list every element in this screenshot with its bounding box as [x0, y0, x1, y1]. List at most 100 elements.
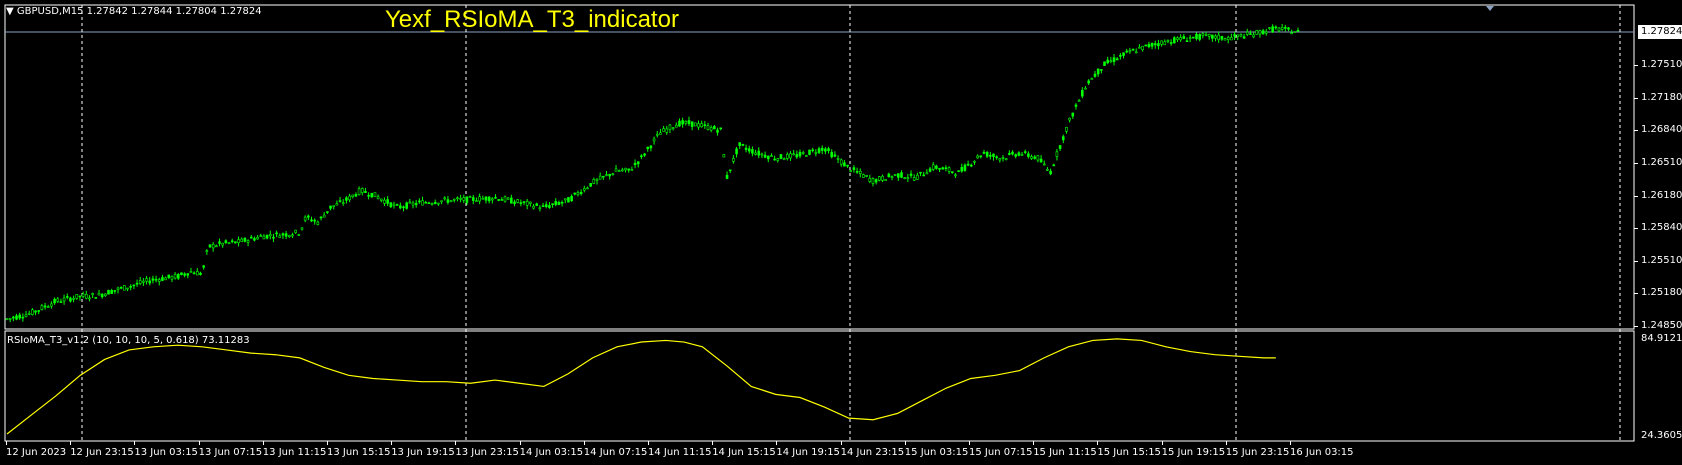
candle-body: [513, 201, 516, 205]
candle-body: [757, 150, 761, 156]
time-tick: [1290, 441, 1291, 445]
candle-body: [370, 192, 374, 198]
candle-body: [446, 199, 450, 203]
candle-body: [694, 122, 697, 127]
candle-body: [376, 196, 380, 200]
candle-body: [1138, 46, 1141, 49]
candle-body: [196, 271, 199, 276]
candle-body: [995, 156, 998, 159]
candle-body: [230, 240, 234, 243]
candle-body: [985, 152, 989, 157]
candle-body: [640, 155, 643, 158]
candle-body: [1004, 158, 1008, 160]
candle-body: [865, 175, 868, 177]
chart-window[interactable]: ▼ GBPUSD,M15 1.27842 1.27844 1.27804 1.2…: [0, 0, 1682, 465]
candle-body: [941, 167, 945, 170]
candle-body: [246, 240, 250, 243]
candle-body: [348, 195, 351, 201]
candle-body: [795, 154, 799, 158]
chart-canvas[interactable]: [0, 0, 1682, 465]
candle-body: [1176, 37, 1179, 40]
candle-body: [741, 144, 745, 146]
indicator-max-label: 84.91215: [1641, 333, 1682, 344]
candle-body: [405, 202, 408, 209]
candle-body: [998, 158, 1002, 161]
candle-body: [912, 177, 916, 181]
candle-body: [1150, 42, 1154, 47]
candle-body: [332, 205, 336, 207]
candle-body: [1122, 52, 1125, 56]
candle-body: [903, 177, 906, 179]
price-axis-label: 1.25840: [1641, 222, 1682, 234]
candle-body: [142, 280, 145, 283]
candle-body: [798, 152, 802, 157]
candle-body: [1077, 100, 1081, 102]
candle-body: [288, 234, 291, 237]
candle-body: [662, 128, 665, 132]
candle-body: [1211, 34, 1214, 39]
candle-body: [300, 227, 304, 230]
candle-body: [811, 149, 814, 152]
candle-body: [1033, 156, 1037, 159]
candle-body: [583, 188, 586, 191]
candle-body: [1141, 45, 1144, 51]
candle-body: [1236, 34, 1240, 37]
price-axis-label: 1.25180: [1641, 287, 1682, 299]
candle-body: [728, 169, 732, 172]
candle-body: [643, 153, 646, 156]
candle-body: [560, 201, 564, 204]
time-tick: [904, 441, 906, 445]
candle-body: [1268, 27, 1271, 29]
candle-body: [1255, 30, 1259, 35]
candle-body: [1182, 36, 1186, 40]
candle-body: [313, 219, 316, 222]
candle-body: [27, 313, 31, 315]
candle-body: [1039, 158, 1043, 163]
price-tick: [1634, 326, 1638, 327]
time-tick: [391, 441, 393, 445]
candle-body: [161, 277, 164, 281]
candle-body: [360, 188, 364, 193]
chart-shift-marker-icon: [1486, 6, 1494, 11]
candle-body: [681, 120, 684, 125]
candle-body: [674, 124, 678, 128]
candle-body: [1090, 78, 1094, 80]
candle-body: [1125, 50, 1129, 53]
candle-body: [56, 298, 60, 302]
candle-body: [678, 120, 681, 127]
candle-body: [126, 287, 129, 290]
candle-body: [164, 277, 167, 281]
candle-body: [1198, 34, 1201, 40]
candle-body: [418, 200, 421, 203]
candle-body: [440, 200, 443, 203]
candle-body: [151, 278, 155, 281]
candle-body: [900, 172, 903, 178]
candle-body: [614, 168, 618, 172]
time-tick: [1097, 441, 1099, 445]
candle-body: [919, 171, 922, 174]
candle-body: [211, 244, 215, 249]
candle-body: [94, 297, 98, 299]
candle-body: [85, 293, 88, 299]
time-tick: [712, 441, 714, 445]
candle-body: [138, 280, 142, 284]
candle-body: [532, 205, 535, 209]
candle-body: [766, 155, 770, 160]
candle-body: [1280, 27, 1284, 30]
collapse-arrow-icon[interactable]: ▼: [6, 6, 14, 17]
candle-body: [1055, 151, 1059, 157]
candle-body: [1042, 163, 1046, 166]
candle-body: [668, 124, 672, 130]
candle-body: [487, 196, 491, 202]
candle-body: [459, 198, 462, 200]
candle-body: [497, 199, 500, 201]
candle-body: [871, 178, 875, 184]
candle-body: [887, 173, 891, 178]
candle-body: [135, 282, 139, 285]
candle-body: [224, 240, 228, 244]
candle-body: [544, 204, 548, 207]
candle-body: [525, 201, 529, 206]
candle-body: [433, 201, 437, 204]
candle-body: [655, 133, 659, 136]
candle-body: [462, 197, 466, 201]
